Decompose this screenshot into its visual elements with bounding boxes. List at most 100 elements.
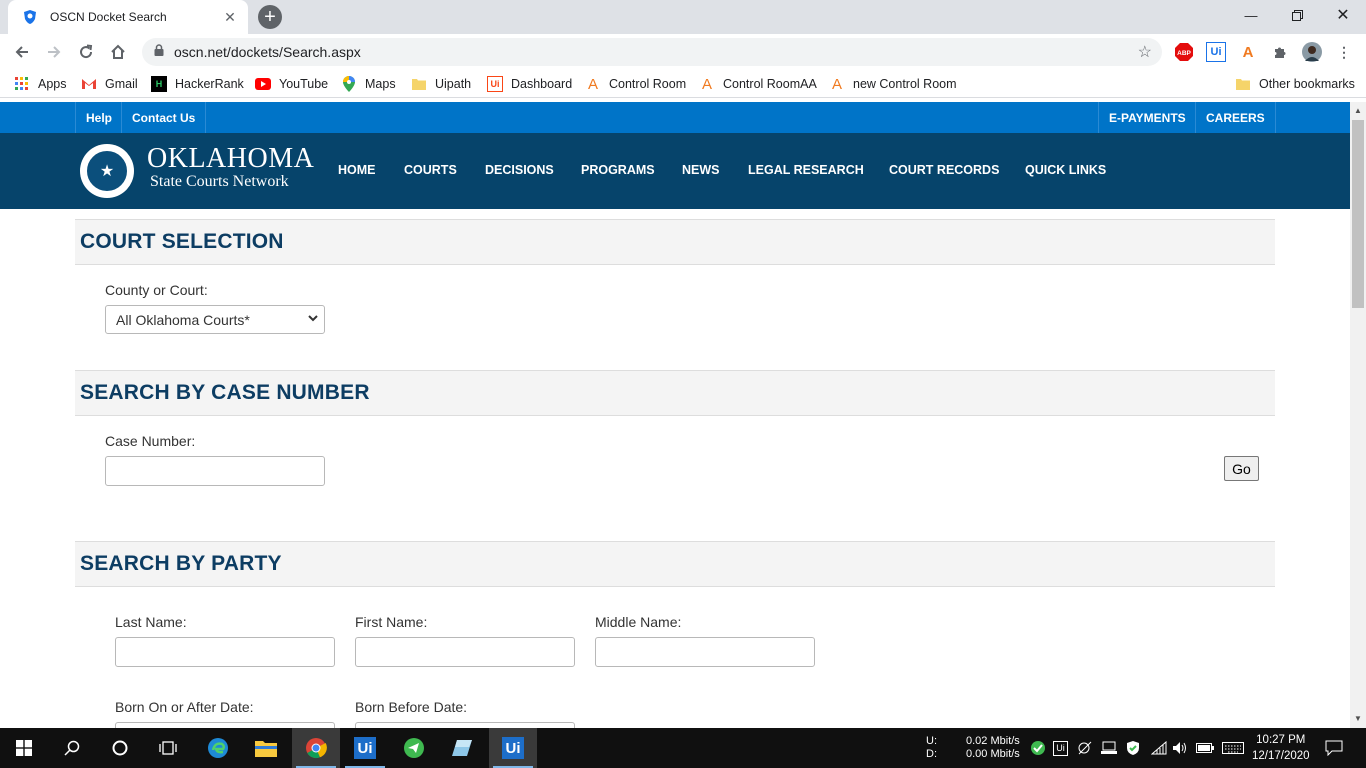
folder-icon [411, 76, 427, 92]
chevron-down-icon [308, 312, 318, 326]
file-explorer-icon[interactable] [242, 728, 290, 768]
careers-link[interactable]: CAREERS [1195, 102, 1276, 133]
go-button[interactable]: Go [1224, 456, 1259, 481]
plus-icon: + [258, 5, 282, 29]
extensions-puzzle-icon[interactable] [1270, 42, 1290, 62]
scroll-up-icon[interactable]: ▲ [1354, 106, 1362, 115]
tab-title: OSCN Docket Search [50, 10, 167, 24]
brand-title[interactable]: OKLAHOMA [147, 143, 314, 175]
tray-defender-icon[interactable] [1125, 728, 1141, 768]
last-name-input[interactable] [115, 637, 335, 667]
bookmark-label: YouTube [279, 77, 329, 91]
tray-check-icon[interactable] [1030, 728, 1046, 768]
nav-courts[interactable]: COURTS [404, 163, 457, 177]
folder-icon [1235, 76, 1251, 92]
bookmark-hackerrank[interactable]: H HackerRank [151, 76, 244, 92]
middle-name-input[interactable] [595, 637, 815, 667]
new-tab-button[interactable]: + [256, 5, 284, 29]
bookmark-youtube[interactable]: YouTube [255, 76, 328, 92]
tray-device-icon[interactable] [1101, 728, 1117, 768]
nav-decisions[interactable]: DECISIONS [485, 163, 554, 177]
bookmarks-bar: Apps Gmail H HackerRank YouTube Maps Uip… [0, 70, 1366, 98]
uipath-assistant-icon[interactable]: Ui [489, 728, 537, 768]
tab-close-icon[interactable]: ✕ [222, 9, 238, 26]
nav-programs[interactable]: PROGRAMS [581, 163, 655, 177]
volume-icon[interactable] [1172, 728, 1188, 768]
profile-avatar[interactable] [1302, 42, 1322, 62]
bookmark-apps[interactable]: Apps [14, 76, 67, 92]
scroll-thumb[interactable] [1352, 120, 1364, 308]
bookmark-new-control-room[interactable]: A new Control Room [829, 76, 957, 93]
automation-anywhere-icon: A [587, 75, 598, 93]
net-speed-labels: U: D: [926, 728, 937, 768]
uipath-extension-icon[interactable]: Ui [1206, 42, 1226, 62]
party-heading: SEARCH BY PARTY [80, 552, 282, 575]
bookmark-maps[interactable]: Maps [341, 76, 396, 92]
keyboard-icon[interactable] [1222, 728, 1244, 768]
bookmark-label: Control RoomAA [723, 77, 817, 91]
telegram-like-icon[interactable] [390, 728, 438, 768]
nav-news[interactable]: NEWS [682, 163, 720, 177]
automation-anywhere-icon: A [701, 75, 712, 93]
edge-icon[interactable] [194, 728, 242, 768]
e-payments-link[interactable]: E-PAYMENTS [1098, 102, 1196, 133]
scroll-down-icon[interactable]: ▼ [1354, 714, 1362, 723]
bookmark-other[interactable]: Other bookmarks [1235, 76, 1355, 92]
bookmark-gmail[interactable]: Gmail [81, 76, 138, 92]
browser-toolbar: oscn.net/dockets/Search.aspx ☆ ABP Ui A … [0, 34, 1366, 70]
help-link[interactable]: Help [75, 102, 122, 133]
forward-button[interactable] [40, 38, 68, 66]
adblock-extension-icon[interactable]: ABP [1174, 42, 1194, 62]
browser-tab[interactable]: OSCN Docket Search ✕ [8, 0, 248, 34]
search-icon[interactable] [48, 728, 96, 768]
brand-subtitle[interactable]: State Courts Network [150, 173, 289, 191]
notification-icon[interactable] [1325, 728, 1343, 768]
bookmark-dashboard[interactable]: Ui Dashboard [487, 76, 572, 92]
bookmark-uipath[interactable]: Uipath [411, 76, 471, 92]
task-view-icon[interactable] [144, 728, 192, 768]
bookmark-control-roomaa[interactable]: A Control RoomAA [699, 75, 817, 93]
page-scrollbar[interactable]: ▲ ▼ [1350, 102, 1366, 728]
uipath-studio-label: Ui [354, 737, 376, 759]
cortana-icon[interactable] [96, 728, 144, 768]
restore-button[interactable] [1274, 0, 1320, 30]
apps-grid-icon [14, 76, 30, 92]
state-seal-logo[interactable]: ★ [80, 144, 134, 198]
minimize-button[interactable]: — [1228, 0, 1274, 30]
address-bar[interactable]: oscn.net/dockets/Search.aspx ☆ [142, 38, 1162, 66]
chrome-menu-icon[interactable]: ⋮ [1334, 42, 1354, 62]
first-name-label: First Name: [355, 614, 428, 630]
case-number-input[interactable] [105, 456, 325, 486]
wifi-icon[interactable] [1151, 728, 1167, 768]
tray-uipath-icon[interactable]: Ui [1053, 728, 1068, 768]
pinned-app-icon[interactable] [438, 728, 486, 768]
svg-text:ABP: ABP [1177, 50, 1191, 57]
tray-phone-icon[interactable] [1077, 728, 1093, 768]
start-windows-icon[interactable] [0, 728, 48, 768]
county-court-select[interactable]: All Oklahoma Courts* [105, 305, 325, 334]
nav-court-records[interactable]: COURT RECORDS [889, 163, 999, 177]
bookmark-star-icon[interactable]: ☆ [1138, 42, 1152, 62]
reload-button[interactable] [72, 38, 100, 66]
battery-icon[interactable] [1196, 728, 1214, 768]
chrome-taskbar-icon[interactable] [292, 728, 340, 768]
close-window-button[interactable]: ✕ [1320, 0, 1366, 30]
county-court-label: County or Court: [105, 282, 208, 298]
back-button[interactable] [8, 38, 36, 66]
born-before-label: Born Before Date: [355, 699, 468, 715]
bookmark-label: Uipath [435, 77, 472, 91]
bookmark-label: Dashboard [511, 77, 573, 91]
bookmark-label: HackerRank [175, 77, 244, 91]
uipath-studio-icon[interactable]: Ui [341, 728, 389, 768]
home-button[interactable] [104, 38, 132, 66]
nav-home[interactable]: HOME [338, 163, 376, 177]
browser-tab-strip: OSCN Docket Search ✕ + — ✕ [0, 0, 1366, 34]
bookmark-control-room[interactable]: A Control Room [585, 75, 686, 93]
nav-legal-research[interactable]: LEGAL RESEARCH [748, 163, 864, 177]
nav-quick-links[interactable]: QUICK LINKS [1025, 163, 1106, 177]
automation-anywhere-extension-icon[interactable]: A [1238, 42, 1258, 62]
net-down-label: D: [926, 748, 937, 760]
first-name-input[interactable] [355, 637, 575, 667]
clock[interactable]: 10:27 PM 12/17/2020 [1252, 728, 1310, 768]
contact-us-link[interactable]: Contact Us [121, 102, 207, 133]
